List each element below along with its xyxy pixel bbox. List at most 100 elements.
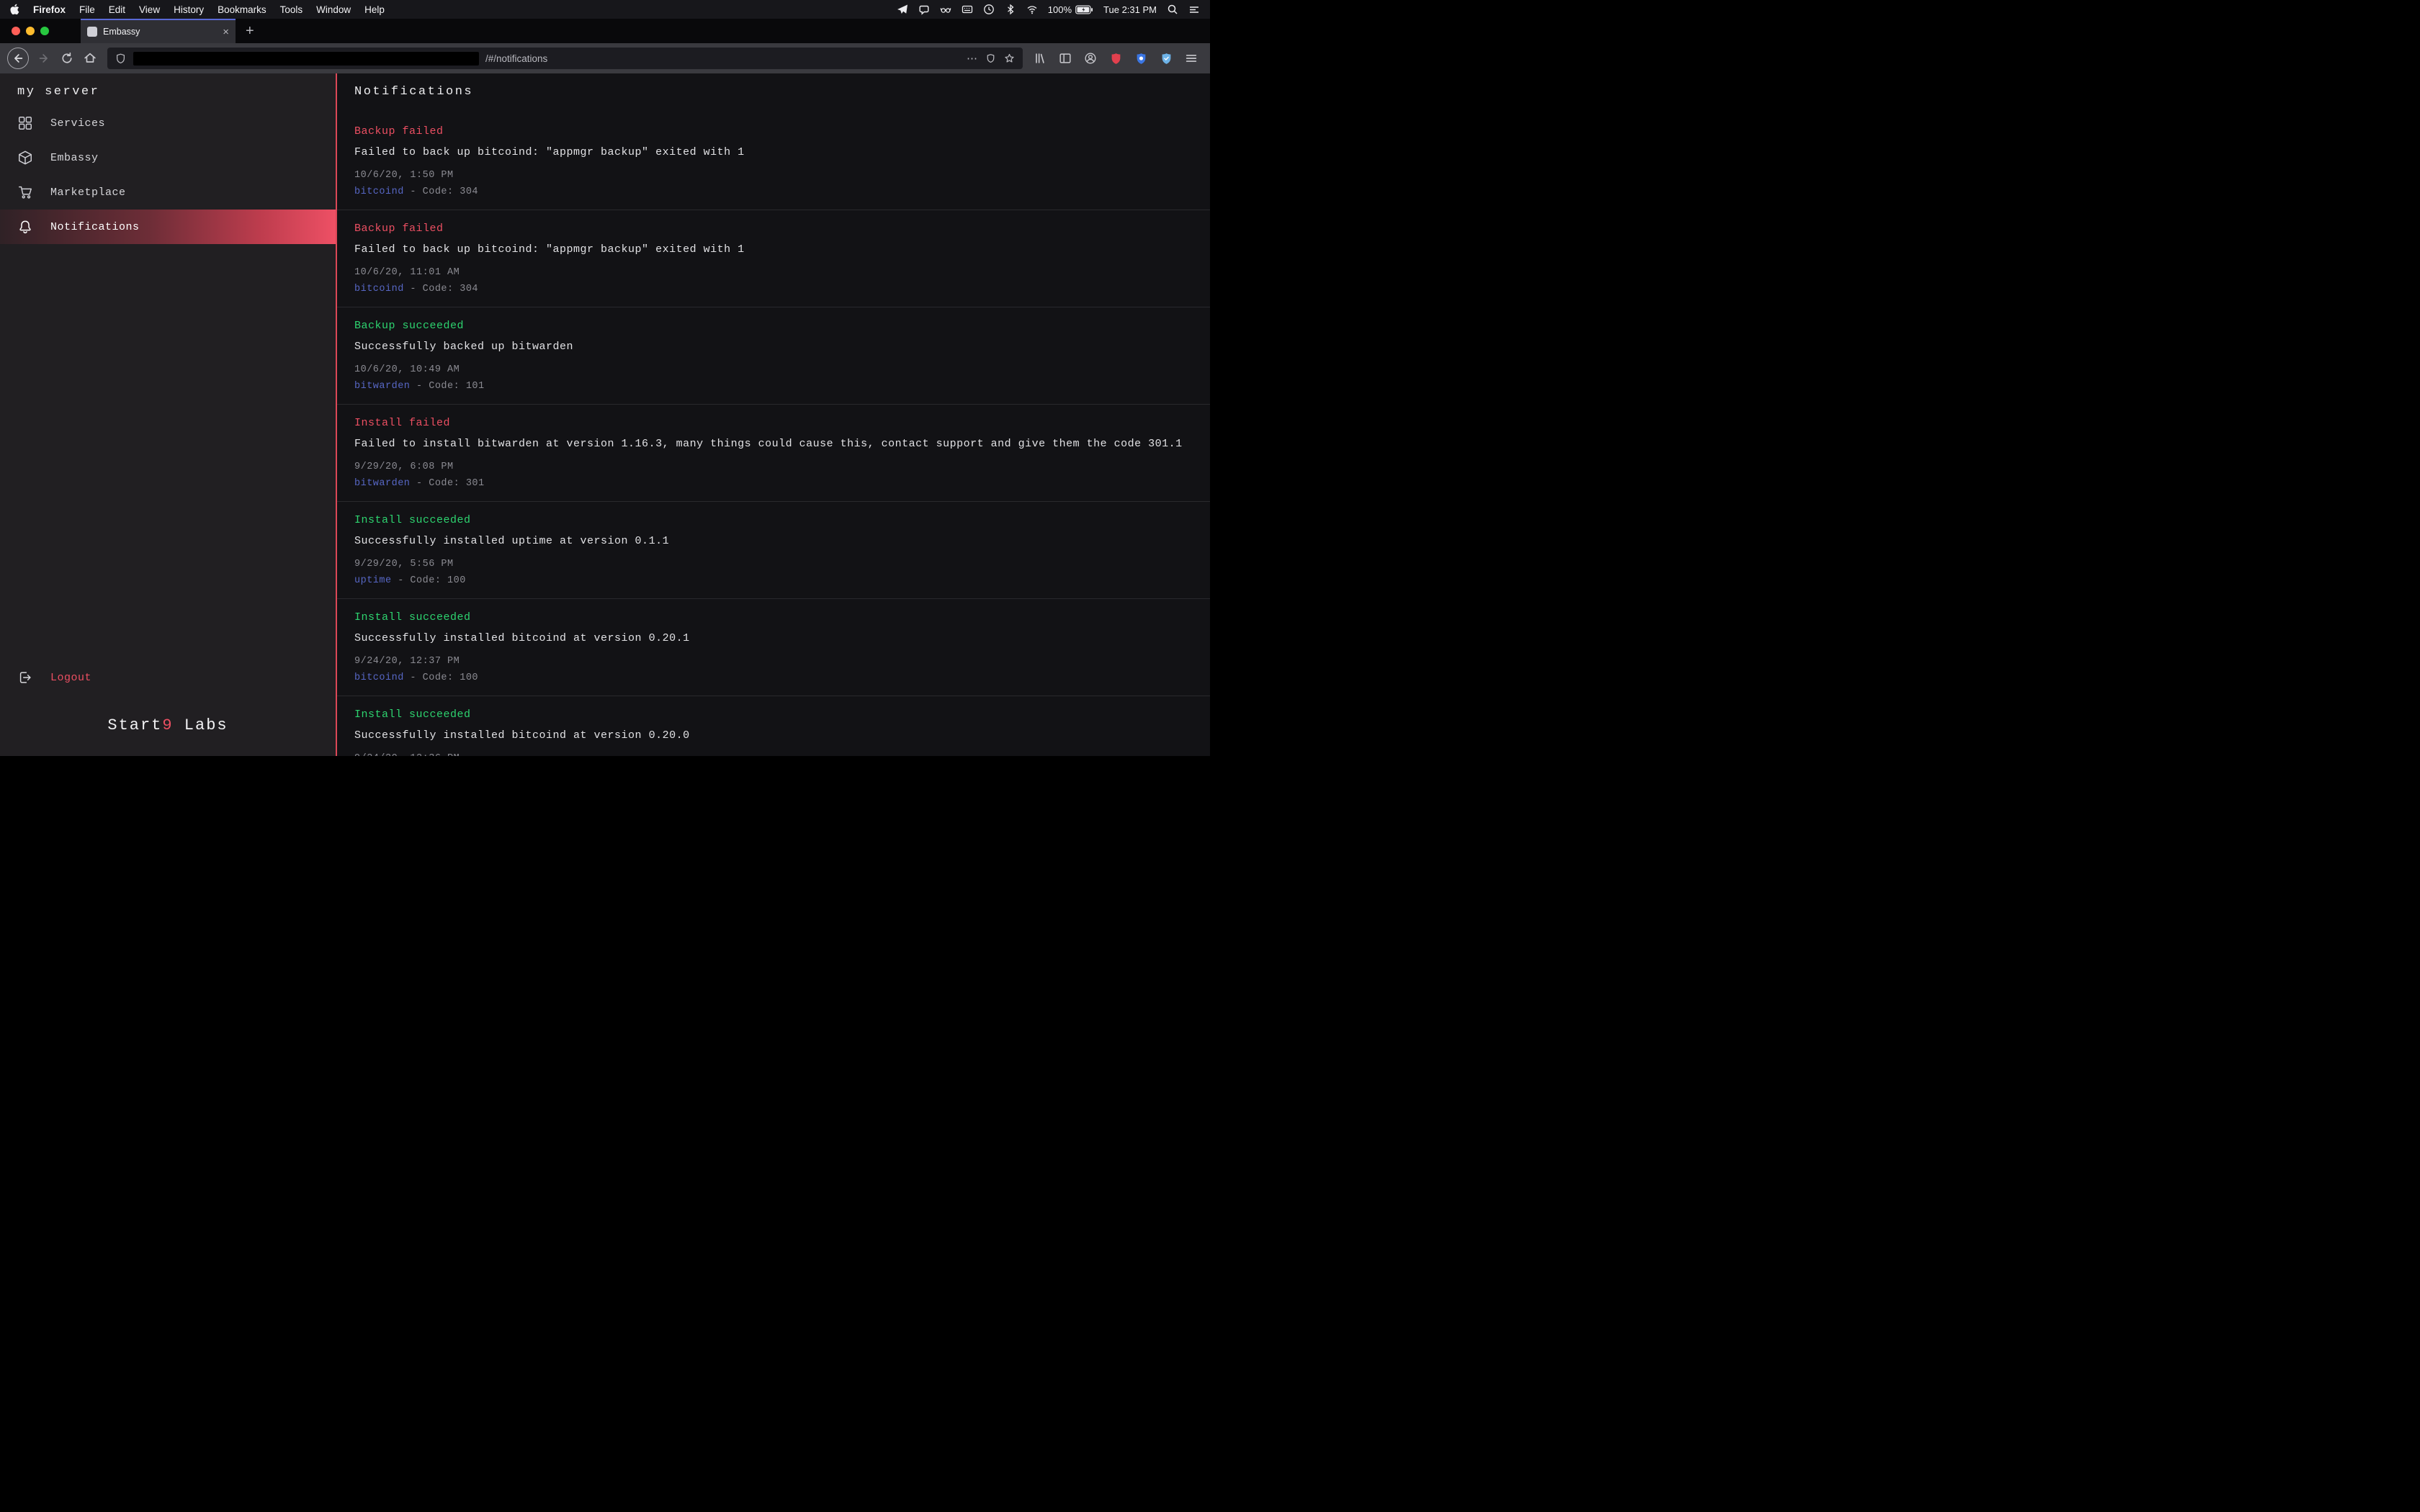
notification-service-link[interactable]: uptime (354, 575, 392, 586)
page-shield-icon[interactable] (985, 53, 997, 65)
notification-service-link[interactable]: bitwarden (354, 381, 410, 392)
extension-teal-shield-icon (1160, 52, 1173, 66)
window-zoom-button[interactable] (40, 27, 49, 35)
menubar-clock[interactable]: Tue 2:31 PM (1103, 4, 1157, 15)
logout-icon (17, 670, 33, 685)
sidebar-toggle-button[interactable] (1055, 47, 1075, 70)
account-icon (1083, 51, 1098, 66)
notification-item: Install failedFailed to install bitwarde… (337, 405, 1210, 502)
extension-teal-shield-button[interactable] (1156, 47, 1176, 70)
notification-code: - Code: 304 (404, 186, 478, 197)
apple-menu-icon[interactable] (10, 4, 19, 15)
menubar-item-edit[interactable]: Edit (109, 4, 125, 15)
battery-percent: 100% (1048, 4, 1072, 15)
reload-icon (60, 51, 74, 66)
home-button[interactable] (79, 47, 102, 70)
menubar-item-history[interactable]: History (174, 4, 204, 15)
notification-item: Install succeededSuccessfully installed … (337, 599, 1210, 696)
menubar-item-view[interactable]: View (139, 4, 160, 15)
window-minimize-button[interactable] (26, 27, 35, 35)
bookmark-star-icon[interactable] (1003, 53, 1016, 65)
brand-labs: Labs (174, 716, 228, 734)
menubar-item-window[interactable]: Window (316, 4, 351, 15)
notification-meta: bitwarden - Code: 301 (354, 478, 1200, 489)
notification-timestamp: 10/6/20, 1:50 PM (354, 170, 1200, 181)
forward-button[interactable] (32, 47, 55, 70)
toolbar-right-icons (1030, 47, 1201, 70)
account-button[interactable] (1080, 47, 1101, 70)
notification-item: Install succeededSuccessfully installed … (337, 502, 1210, 599)
sidebar-item-notifications[interactable]: Notifications (0, 210, 336, 244)
hamburger-menu-button[interactable] (1181, 47, 1201, 70)
library-button[interactable] (1030, 47, 1050, 70)
notification-service-link[interactable]: bitcoind (354, 672, 404, 683)
new-tab-button[interactable]: + (246, 24, 254, 38)
notification-title: Backup succeeded (354, 320, 1200, 332)
menubar-item-file[interactable]: File (79, 4, 95, 15)
notification-service-link[interactable]: bitwarden (354, 478, 410, 489)
notification-timestamp: 9/29/20, 6:08 PM (354, 462, 1200, 472)
tab-close-button[interactable]: × (223, 27, 229, 37)
time-machine-icon[interactable] (983, 4, 995, 15)
search-icon[interactable] (1167, 4, 1178, 15)
browser-tab-embassy[interactable]: Embassy × (81, 19, 236, 43)
logout-button[interactable]: Logout (0, 660, 336, 695)
page-actions-button[interactable]: ⋯ (967, 53, 978, 64)
extension-red-shield-button[interactable] (1106, 47, 1126, 70)
cart-icon (17, 184, 33, 200)
bell-icon (17, 219, 33, 235)
forward-icon (37, 51, 51, 66)
notification-timestamp: 9/24/20, 12:37 PM (354, 656, 1200, 667)
notification-item: Backup succeededSuccessfully backed up b… (337, 307, 1210, 405)
notification-service-link[interactable]: bitcoind (354, 186, 404, 197)
notification-title: Install succeeded (354, 514, 1200, 526)
tab-title: Embassy (103, 27, 217, 37)
extension-blue-shield-button[interactable] (1131, 47, 1151, 70)
brand-footer: Start9 Labs (0, 705, 336, 756)
menubar-item-bookmarks[interactable]: Bookmarks (218, 4, 266, 15)
notification-message: Successfully installed bitcoind at versi… (354, 632, 1200, 644)
notification-timestamp: 9/24/20, 12:36 PM (354, 753, 1200, 756)
telegram-icon[interactable] (897, 4, 908, 15)
urlbar-path-text: /#/notifications (485, 53, 547, 64)
sidebar-item-services[interactable]: Services (0, 106, 336, 140)
main-panel: Notifications Backup failedFailed to bac… (337, 73, 1210, 756)
urlbar[interactable]: /#/notifications ⋯ (107, 48, 1023, 69)
sidebar-item-marketplace[interactable]: Marketplace (0, 175, 336, 210)
menu-list-icon[interactable] (1188, 4, 1200, 15)
messages-icon[interactable] (918, 4, 930, 15)
notification-message: Failed to back up bitcoind: "appmgr back… (354, 146, 1200, 158)
menubar-app-name[interactable]: Firefox (33, 4, 66, 15)
glasses-icon[interactable] (940, 4, 951, 15)
menubar-status-area: 100% Tue 2:31 PM (897, 4, 1200, 15)
sidebar-item-embassy[interactable]: Embassy (0, 140, 336, 175)
notification-item: Backup failedFailed to back up bitcoind:… (337, 113, 1210, 210)
logout-label: Logout (50, 672, 91, 684)
tracking-protection-shield-icon[interactable] (115, 53, 127, 65)
notification-code: - Code: 100 (404, 672, 478, 683)
window-controls (12, 27, 49, 35)
battery-status[interactable]: 100% (1048, 4, 1093, 15)
app-content: my server ServicesEmbassyMarketplaceNoti… (0, 73, 1210, 756)
browser-toolbar: /#/notifications ⋯ (0, 43, 1210, 73)
notification-meta: uptime - Code: 100 (354, 575, 1200, 586)
notification-message: Failed to install bitwarden at version 1… (354, 438, 1200, 450)
keyboard-icon[interactable] (962, 4, 973, 15)
notification-title: Install succeeded (354, 708, 1200, 721)
sidebar-toggle-icon (1058, 51, 1072, 66)
hamburger-menu-icon (1184, 51, 1198, 66)
brand-start: Start (107, 716, 162, 734)
menubar-item-help[interactable]: Help (364, 4, 385, 15)
sidebar-item-label: Notifications (50, 221, 140, 233)
notification-meta: bitwarden - Code: 101 (354, 381, 1200, 392)
home-icon (83, 51, 97, 66)
reload-button[interactable] (55, 47, 79, 70)
back-button[interactable] (7, 48, 29, 69)
wifi-icon[interactable] (1026, 4, 1038, 15)
battery-icon (1075, 5, 1093, 14)
bluetooth-icon[interactable] (1005, 4, 1016, 15)
menubar-item-tools[interactable]: Tools (280, 4, 303, 15)
notification-message: Failed to back up bitcoind: "appmgr back… (354, 243, 1200, 256)
window-close-button[interactable] (12, 27, 20, 35)
notification-service-link[interactable]: bitcoind (354, 284, 404, 294)
